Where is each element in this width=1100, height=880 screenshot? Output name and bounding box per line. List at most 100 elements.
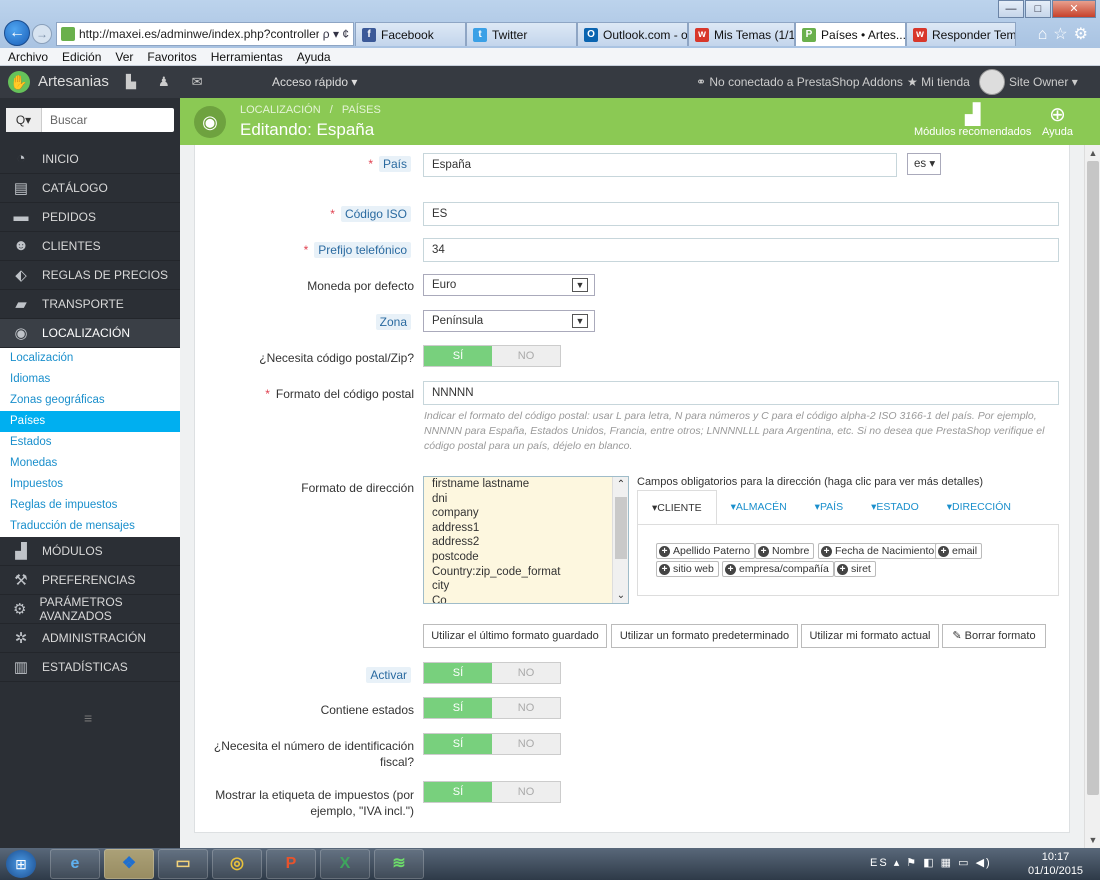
menu-archivo[interactable]: Archivo xyxy=(8,50,48,64)
quick-access-dropdown[interactable]: Acceso rápido ▾ xyxy=(272,75,357,89)
address-format-textarea[interactable]: firstname lastname dni company address1 … xyxy=(423,476,629,604)
subitem-zonas[interactable]: Zonas geográficas xyxy=(0,390,180,411)
subitem-estados[interactable]: Estados xyxy=(0,432,180,453)
menu-favoritos[interactable]: Favoritos xyxy=(147,50,196,64)
tax-id-switch[interactable]: SÍ NO xyxy=(423,733,561,755)
cart-user-mail-icons[interactable]: ▙♟✉ xyxy=(126,74,225,90)
subitem-traduccion[interactable]: Traducción de mensajes xyxy=(0,516,180,537)
sidebar-item-transporte[interactable]: ▰ Transporte xyxy=(0,290,180,319)
recommended-modules-button[interactable]: ▟ Módulos recomendados xyxy=(914,102,1031,138)
breadcrumb-localizacion[interactable]: Localización xyxy=(240,104,321,116)
zip-needed-switch[interactable]: SÍ NO xyxy=(423,345,561,367)
address-bar[interactable]: http://maxei.es/adminwe/index.php?contro… xyxy=(56,22,354,46)
home-star-gear-icons[interactable]: ⌂☆⚙ xyxy=(1038,24,1094,44)
language-select[interactable]: es ▾ xyxy=(907,153,941,175)
scroll-down-icon[interactable]: ▼ xyxy=(1085,832,1100,848)
system-tray[interactable]: ES ▴ ⚑ ◧ ▦ ▭ ◀) xyxy=(870,856,992,869)
sidebar-search[interactable]: Q▾ Buscar xyxy=(6,108,174,132)
search-scope-button[interactable]: Q▾ xyxy=(6,108,42,132)
menu-ayuda[interactable]: Ayuda xyxy=(297,50,331,64)
field-chip[interactable]: + siret xyxy=(834,561,876,577)
sidebar-item-inicio[interactable]: ◔ Inicio xyxy=(0,145,180,174)
sidebar-item-pedidos[interactable]: ▬ Pedidos xyxy=(0,203,180,232)
tab-pais[interactable]: ▾País xyxy=(801,490,857,524)
switch-yes[interactable]: SÍ xyxy=(424,734,492,754)
address-tools[interactable]: ρ ▾ ¢ xyxy=(323,27,349,41)
sidebar-item-parametros[interactable]: ⚙ Parámetros avanzados xyxy=(0,595,180,624)
zone-select[interactable]: Península ▼ xyxy=(423,310,595,332)
sidebar-item-localizacion[interactable]: ◉ Localización xyxy=(0,319,180,348)
use-current-format-button[interactable]: Utilizar mi formato actual xyxy=(801,624,939,648)
scroll-thumb[interactable] xyxy=(1087,161,1099,795)
switch-no[interactable]: NO xyxy=(492,698,560,718)
tab-mis-temas[interactable]: w Mis Temas (1/1) xyxy=(688,22,795,46)
prestashop-logo-icon[interactable]: ✋ xyxy=(8,71,30,93)
search-input[interactable]: Buscar xyxy=(42,113,87,127)
sidebar-item-clientes[interactable]: ☻ Clientes xyxy=(0,232,180,261)
tab-almacen[interactable]: ▾Almacén xyxy=(717,490,801,524)
switch-no[interactable]: NO xyxy=(492,663,560,683)
switch-yes[interactable]: SÍ xyxy=(424,782,492,802)
menu-edicion[interactable]: Edición xyxy=(62,50,101,64)
currency-select[interactable]: Euro ▼ xyxy=(423,274,595,296)
chrome-icon[interactable]: ◎ xyxy=(212,849,262,879)
textarea-scrollbar[interactable]: ⌃ ⌄ xyxy=(612,477,628,603)
excel-icon[interactable]: X xyxy=(320,849,370,879)
switch-yes[interactable]: SÍ xyxy=(424,346,492,366)
scroll-up-icon[interactable]: ▲ xyxy=(1085,145,1100,161)
tab-direccion[interactable]: ▾Dirección xyxy=(933,490,1025,524)
switch-no[interactable]: NO xyxy=(492,734,560,754)
clear-format-button[interactable]: ✎ Borrar formato xyxy=(942,624,1046,648)
textarea-scroll-thumb[interactable] xyxy=(615,497,627,559)
forward-button[interactable]: → xyxy=(32,24,52,44)
switch-no[interactable]: NO xyxy=(492,346,560,366)
dropbox-icon[interactable]: ❖ xyxy=(104,849,154,879)
field-chip[interactable]: + email xyxy=(935,543,983,559)
url-text[interactable]: http://maxei.es/adminwe/index.php?contro… xyxy=(79,27,319,41)
my-shop-link[interactable]: ★ Mi tienda xyxy=(907,75,970,89)
sidebar-item-modulos[interactable]: ▟ Módulos xyxy=(0,537,180,566)
menu-ver[interactable]: Ver xyxy=(115,50,133,64)
back-button[interactable]: ← xyxy=(4,20,30,46)
zip-format-input[interactable]: NNNNN xyxy=(423,381,1059,405)
breadcrumb-paises[interactable]: Países xyxy=(342,104,381,116)
sidebar-item-estadisticas[interactable]: ▥ Estadísticas xyxy=(0,653,180,682)
field-chip[interactable]: + Fecha de Nacimiento xyxy=(818,543,940,559)
sidebar-item-preferencias[interactable]: ⚒ Preferencias xyxy=(0,566,180,595)
chevron-up-icon[interactable]: ⌃ xyxy=(613,479,628,490)
switch-yes[interactable]: SÍ xyxy=(424,663,492,683)
tab-twitter[interactable]: t Twitter xyxy=(466,22,577,46)
sidebar-item-reglas-precios[interactable]: ⬖ Reglas de precios xyxy=(0,261,180,290)
sidebar-item-administracion[interactable]: ✲ Administración xyxy=(0,624,180,653)
subitem-monedas[interactable]: Monedas xyxy=(0,453,180,474)
tab-paises[interactable]: P Países • Artes... ✕ xyxy=(795,22,906,46)
field-chip[interactable]: + empresa/compañía xyxy=(722,561,834,577)
sidebar-item-catalogo[interactable]: ▤ Catálogo xyxy=(0,174,180,203)
help-button[interactable]: ⊕ Ayuda xyxy=(1042,102,1073,138)
field-chip[interactable]: + Nombre xyxy=(755,543,815,559)
close-window-button[interactable]: ✕ xyxy=(1052,0,1096,18)
minimize-button[interactable]: — xyxy=(998,0,1024,18)
tab-responder-tema[interactable]: w Responder Tema... xyxy=(906,22,1016,46)
phone-prefix-input[interactable]: 34 xyxy=(423,238,1059,262)
country-name-input[interactable]: España xyxy=(423,153,897,177)
maximize-button[interactable]: □ xyxy=(1025,0,1051,18)
contains-states-switch[interactable]: SÍ NO xyxy=(423,697,561,719)
file-explorer-icon[interactable]: ▭ xyxy=(158,849,208,879)
subitem-localizacion[interactable]: Localización xyxy=(0,348,180,369)
tab-outlook[interactable]: O Outlook.com - o... xyxy=(577,22,688,46)
shop-name[interactable]: Artesanias xyxy=(38,73,109,90)
tab-facebook[interactable]: f Facebook xyxy=(355,22,466,46)
subitem-reglas-impuestos[interactable]: Reglas de impuestos xyxy=(0,495,180,516)
menu-herramientas[interactable]: Herramientas xyxy=(211,50,283,64)
tax-label-switch[interactable]: SÍ NO xyxy=(423,781,561,803)
switch-no[interactable]: NO xyxy=(492,782,560,802)
switch-yes[interactable]: SÍ xyxy=(424,698,492,718)
addons-status[interactable]: ⚭ No conectado a PrestaShop Addons xyxy=(696,75,903,89)
use-last-saved-format-button[interactable]: Utilizar el último formato guardado xyxy=(423,624,607,648)
owner-menu[interactable]: Site Owner ▾ xyxy=(1009,75,1078,89)
powerpoint-icon[interactable]: P xyxy=(266,849,316,879)
tab-cliente[interactable]: ▾Cliente xyxy=(637,490,717,524)
use-default-format-button[interactable]: Utilizar un formato predeterminado xyxy=(611,624,798,648)
iso-code-input[interactable]: ES xyxy=(423,202,1059,226)
